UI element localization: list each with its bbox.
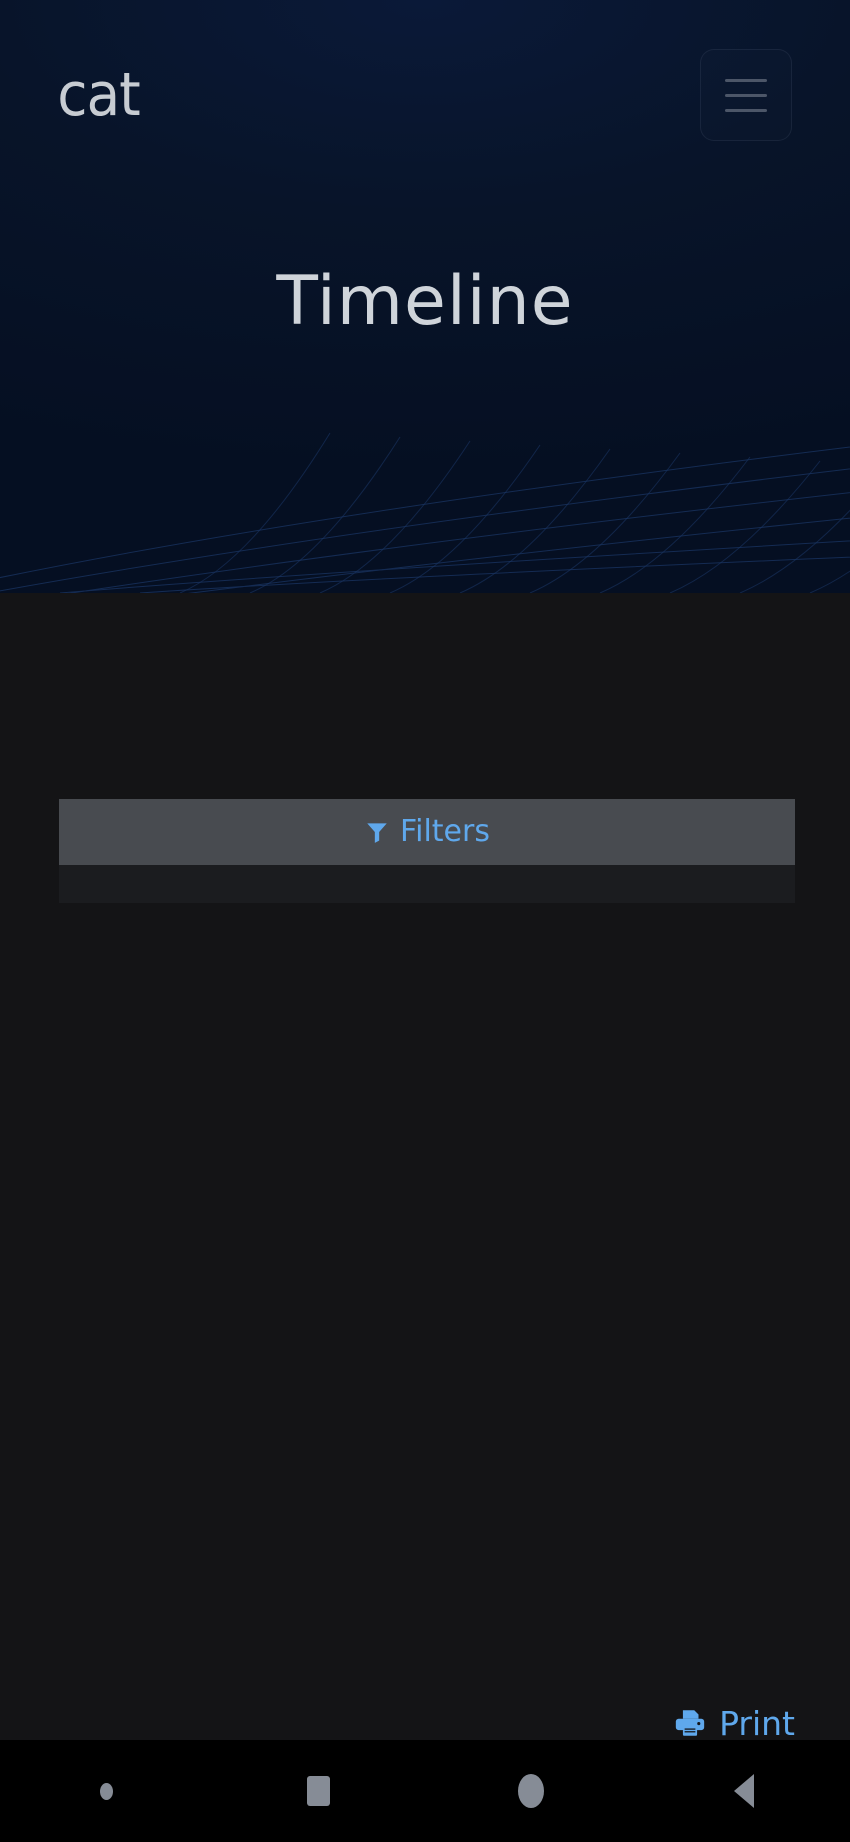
hero-header: caT Timeline	[0, 0, 850, 593]
menu-bar-line	[725, 108, 767, 112]
page-title: Timeline	[276, 262, 574, 341]
timeline-page: caT Timeline Filters	[0, 0, 850, 1842]
print-label: Print	[719, 1703, 795, 1743]
circle-icon	[518, 1774, 545, 1808]
menu-bar-line	[725, 78, 767, 82]
filters-label: Filters	[400, 814, 490, 849]
print-button[interactable]: Print	[0, 1706, 795, 1740]
cat-logo[interactable]: caT	[57, 65, 141, 125]
filters-button[interactable]: Filters	[59, 799, 795, 865]
printer-icon	[675, 1710, 705, 1736]
nav-back-button[interactable]	[638, 1774, 850, 1808]
nav-dot-button[interactable]	[0, 1782, 213, 1800]
dot-icon	[99, 1782, 113, 1800]
filters-section: Filters	[59, 799, 795, 903]
triangle-back-icon	[733, 1774, 754, 1808]
android-navigation-bar	[0, 1740, 850, 1842]
filters-panel-strip	[59, 865, 795, 903]
funnel-icon	[367, 823, 387, 843]
nav-home-button[interactable]	[425, 1774, 638, 1808]
hamburger-menu-icon[interactable]	[700, 49, 792, 141]
nav-recents-button[interactable]	[213, 1776, 426, 1806]
decorative-grid-graphic	[0, 432, 850, 593]
page-content: Filters Print Date Phase	[0, 593, 850, 1842]
menu-bar-line	[725, 93, 767, 97]
square-icon	[307, 1776, 331, 1806]
top-navigation-bar: caT	[0, 0, 850, 190]
